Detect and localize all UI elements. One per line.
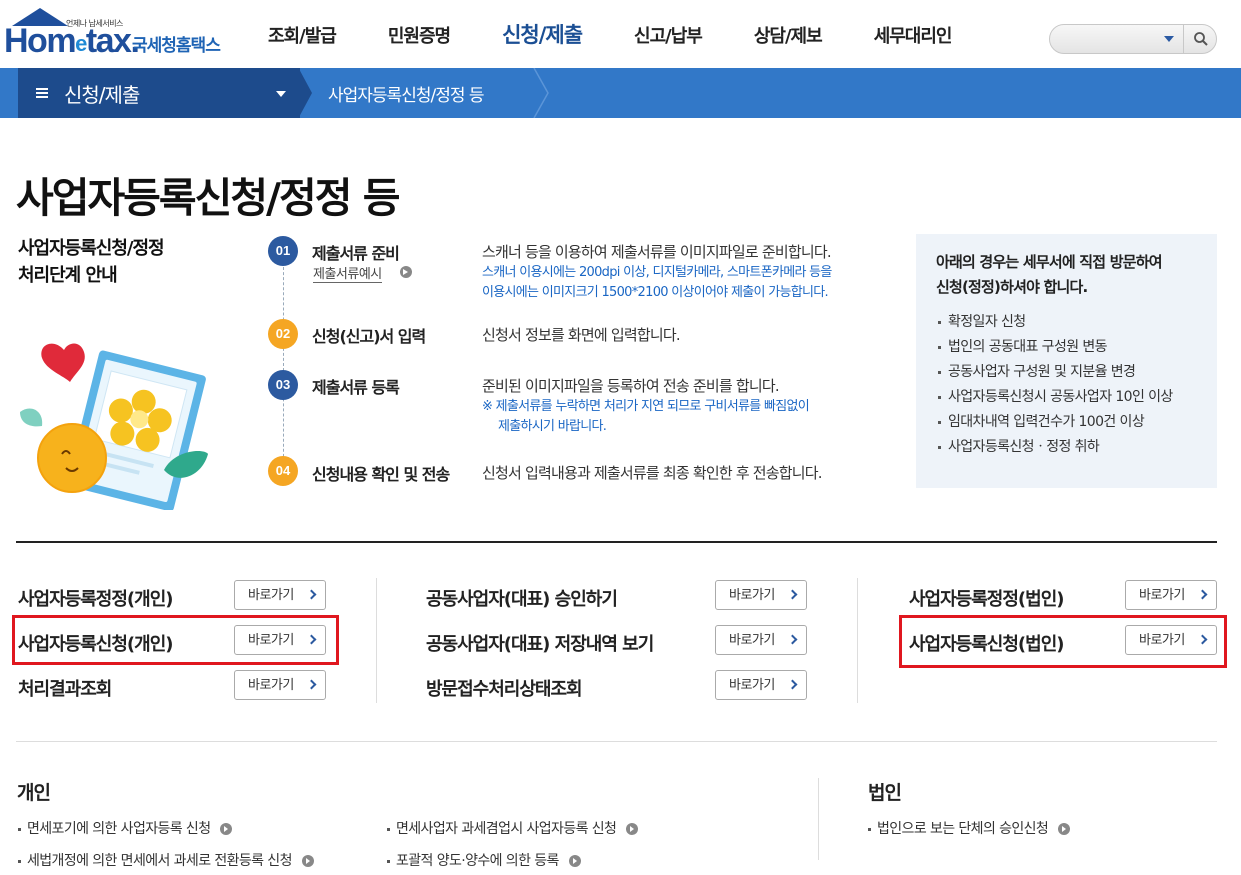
heart-icon <box>41 343 85 382</box>
link-organization-approval[interactable]: 법인으로 보는 단체의 승인신청 <box>868 818 1071 838</box>
arrow-circle-icon <box>1058 823 1071 835</box>
chevron-right-icon <box>787 679 798 690</box>
goto-correction-individual-button[interactable]: 바로가기 <box>234 580 326 610</box>
step-name-4: 신청내용 확인 및 전송 <box>312 465 450 484</box>
location-menu-dropdown[interactable]: 신청/제출 <box>18 68 300 118</box>
breadcrumb-current[interactable]: 사업자등록신청/정정 등 <box>328 81 485 106</box>
menu-icon <box>36 88 48 98</box>
chevron-right-icon <box>787 589 798 600</box>
column-divider <box>376 578 377 703</box>
shortcut-label-correction-individual: 사업자등록정정(개인) <box>18 589 173 610</box>
shortcut-label-result-inquiry: 처리결과조회 <box>18 679 112 700</box>
nav-certificates[interactable]: 민원증명 <box>388 22 451 49</box>
chevron-right-icon <box>306 589 317 600</box>
chevron-right-icon <box>1197 589 1208 600</box>
chevron-right-icon <box>306 679 317 690</box>
step-number-2: 02 <box>268 319 298 349</box>
document-illustration <box>20 343 208 510</box>
arrow-circle-icon <box>626 823 639 835</box>
goto-visit-status-button[interactable]: 바로가기 <box>715 670 807 700</box>
column-divider <box>818 778 819 860</box>
leaf-icon <box>20 408 43 427</box>
guide-title: 사업자등록신청/정정 처리단계 안내 <box>18 238 165 286</box>
visit-notice-list: 확정일자 신청 법인의 공동대표 구성원 변동 공동사업자 구성원 및 지분율 … <box>936 314 1197 456</box>
breadcrumb-separator <box>298 68 312 118</box>
step-number-1: 01 <box>268 236 298 266</box>
list-item: 공동사업자 구성원 및 지분율 변경 <box>936 364 1197 381</box>
step-desc-1: 스캐너 등을 이용하여 제출서류를 이미지파일로 준비합니다. <box>482 243 832 261</box>
section-divider <box>16 541 1217 543</box>
section-divider <box>16 741 1217 742</box>
visit-notice-box: 아래의 경우는 세무서에 직접 방문하여 신청(정정)하셔야 합니다. 확정일자… <box>916 234 1217 488</box>
step-desc-4: 신청서 입력내용과 제출서류를 최종 확인한 후 전송합니다. <box>482 464 823 482</box>
steps-connector <box>283 262 284 472</box>
shortcut-label-joint-saved: 공동사업자(대표) 저장내역 보기 <box>426 634 654 655</box>
step-number-3: 03 <box>268 370 298 400</box>
highlight-box <box>899 615 1227 668</box>
nav-application[interactable]: 신청/제출 <box>502 19 583 49</box>
document-example-link[interactable]: 제출서류예시 <box>313 263 382 283</box>
goto-joint-saved-button[interactable]: 바로가기 <box>715 625 807 655</box>
search-button[interactable] <box>1183 25 1217 53</box>
page-title: 사업자등록신청/정정 등 <box>16 174 400 222</box>
list-item: 임대차내역 입력건수가 100건 이상 <box>936 414 1197 431</box>
section-title-corporate: 법인 <box>868 782 902 804</box>
search-input[interactable] <box>1049 24 1217 54</box>
arrow-circle-icon <box>301 855 314 867</box>
link-comprehensive-transfer[interactable]: 포괄적 양도·양수에 의한 등록 <box>387 850 581 870</box>
column-divider <box>857 578 858 703</box>
shortcut-label-visit-status: 방문접수처리상태조회 <box>426 679 583 700</box>
nav-tax-agent[interactable]: 세무대리인 <box>874 22 953 49</box>
nav-inquiry[interactable]: 조회/발급 <box>268 22 337 49</box>
step-note-1: 스캐너 이용시에는 200dpi 이상, 디지털카메라, 스마트폰카메라 등을 … <box>482 265 832 300</box>
shortcut-label-correction-corporate: 사업자등록정정(법인) <box>909 589 1064 610</box>
list-item: 사업자등록신청ㆍ정정 취하 <box>936 439 1197 456</box>
step-note-3: ※ 제출서류를 누락하면 처리가 지연 되므로 구비서류를 빠짐없이 제출하시기… <box>482 399 810 434</box>
goto-joint-approve-button[interactable]: 바로가기 <box>715 580 807 610</box>
link-tax-law-conversion[interactable]: 세법개정에 의한 면세에서 과세로 전환등록 신청 <box>18 850 314 870</box>
step-desc-2: 신청서 정보를 화면에 입력합니다. <box>482 326 681 344</box>
chevron-right-icon <box>787 634 798 645</box>
location-menu-label: 신청/제출 <box>64 82 140 107</box>
list-item: 확정일자 신청 <box>936 314 1197 331</box>
visit-notice-title: 아래의 경우는 세무서에 직접 방문하여 신청(정정)하셔야 합니다. <box>936 253 1163 296</box>
search-icon <box>1194 32 1208 46</box>
logo-korean-name: 국세청홈택스 <box>132 36 221 56</box>
search-dropdown-icon[interactable] <box>1164 36 1174 42</box>
link-exempt-taxable-concurrent[interactable]: 면세사업자 과세겸업시 사업자등록 신청 <box>387 818 639 838</box>
arrow-circle-icon <box>220 823 233 835</box>
chevron-right-icon <box>533 68 549 118</box>
logo-wordmark: Hometax. <box>4 22 140 60</box>
location-bar: 신청/제출 사업자등록신청/정정 등 <box>0 68 1241 118</box>
goto-result-inquiry-button[interactable]: 바로가기 <box>234 670 326 700</box>
header: 언제나 납세서비스 Hometax. 국세청홈택스 조회/발급 민원증명 신청/… <box>0 0 1241 68</box>
hometax-logo[interactable]: 언제나 납세서비스 Hometax. 국세청홈택스 <box>4 8 230 60</box>
nav-filing-payment[interactable]: 신고/납부 <box>634 22 703 49</box>
nav-consulting[interactable]: 상담/제보 <box>754 22 823 49</box>
list-item: 사업자등록신청시 공동사업자 10인 이상 <box>936 389 1197 406</box>
main-navigation: 조회/발급 민원증명 신청/제출 신고/납부 상담/제보 세무대리인 <box>268 22 1004 49</box>
step-desc-3: 준비된 이미지파일을 등록하여 전송 준비를 합니다. <box>482 377 780 395</box>
step-name-1: 제출서류 준비 <box>312 244 400 263</box>
arrow-circle-icon[interactable] <box>400 266 412 278</box>
link-tax-exemption-waiver[interactable]: 면세포기에 의한 사업자등록 신청 <box>18 818 233 838</box>
step-name-2: 신청(신고)서 입력 <box>312 327 426 346</box>
step-number-4: 04 <box>268 456 298 486</box>
highlight-box <box>12 615 339 665</box>
step-name-3: 제출서류 등록 <box>312 378 400 397</box>
goto-correction-corporate-button[interactable]: 바로가기 <box>1125 580 1217 610</box>
arrow-circle-icon <box>568 855 581 867</box>
list-item: 법인의 공동대표 구성원 변동 <box>936 339 1197 356</box>
caret-down-icon <box>276 91 286 97</box>
section-title-individual: 개인 <box>17 782 51 804</box>
shortcut-label-joint-approve: 공동사업자(대표) 승인하기 <box>426 589 618 610</box>
